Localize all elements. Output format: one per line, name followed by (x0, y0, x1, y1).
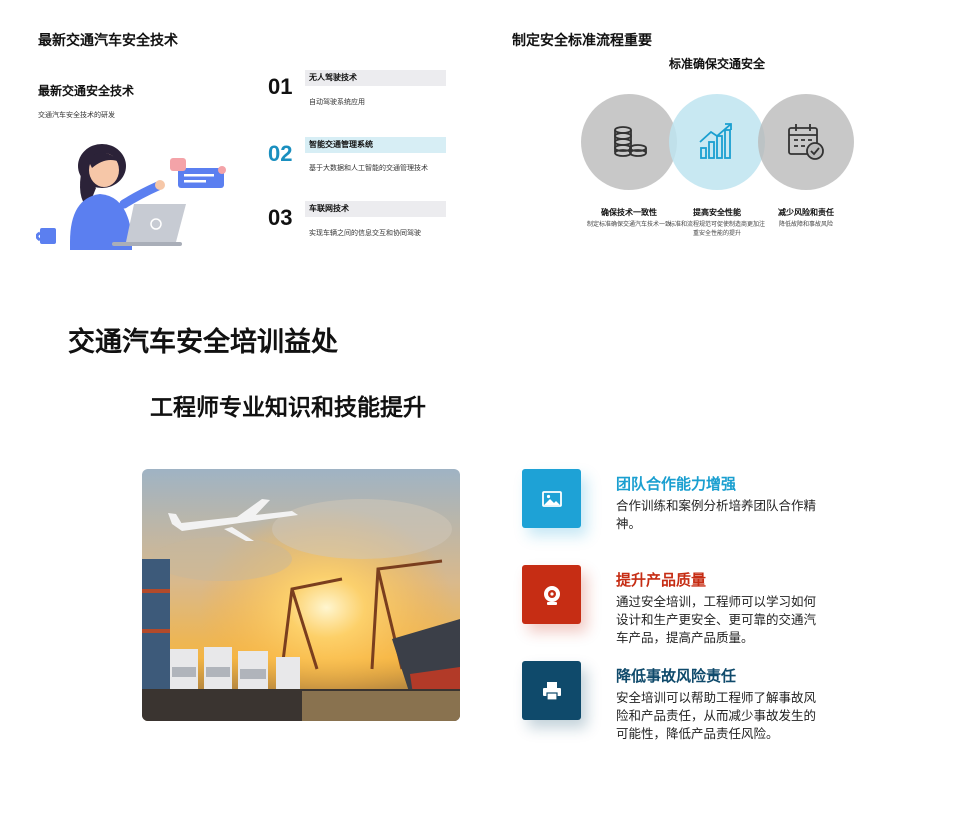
step-heading: 智能交通管理系统 (305, 137, 446, 153)
step-text: 实现车辆之间的信息交互和协同驾驶 (309, 230, 421, 237)
benefit-text: 安全培训可以帮助工程师了解事故风险和产品责任，从而减少事故发生的可能性，降低产品… (616, 691, 817, 741)
step-text: 自动驾驶系统应用 (309, 99, 365, 106)
feature-heading: 减少风险和责任 (778, 208, 834, 217)
benefit-heading: 提升产品质量 (616, 572, 707, 589)
section-subtitle: 标准确保交通安全 (668, 57, 765, 71)
benefit-heading: 团队合作能力增强 (616, 476, 737, 493)
step-heading: 车联网技术 (305, 201, 446, 217)
section-subtitle: 最新交通安全技术 (38, 84, 135, 98)
step-number: 01 (268, 74, 293, 99)
slide-title: 交通汽车安全培训益处 (68, 327, 338, 357)
printer-icon (543, 682, 561, 701)
calendar-check-icon (788, 124, 824, 160)
feature-heading: 提高安全性能 (693, 208, 741, 217)
feature-text: 降低故障和事故风险 (778, 222, 833, 228)
benefit-icon-tile (522, 565, 581, 624)
feature-heading: 确保技术一致性 (601, 208, 657, 217)
feature-text: 制定标准确保交通汽车技术一致 (586, 222, 671, 228)
section-description: 交通汽车安全技术的研发 (38, 112, 115, 119)
feature-circle (758, 94, 854, 190)
step-number: 03 (268, 205, 293, 230)
image-icon (542, 491, 562, 507)
benefit-icon-tile (522, 469, 581, 528)
feature-circle (581, 94, 677, 190)
step-number: 02 (268, 141, 293, 166)
section-subtitle: 工程师专业知识和技能提升 (150, 394, 426, 420)
woman-laptop-illustration (35, 138, 232, 250)
benefit-heading: 降低事故风险责任 (616, 668, 737, 685)
step-heading: 无人驾驶技术 (305, 70, 446, 86)
slide-title: 最新交通汽车安全技术 (38, 32, 178, 48)
feature-text: 标准和流程规范可促使制造商更加注重安全性能的提升 (669, 222, 766, 237)
target-icon (544, 586, 560, 605)
cargo-port-photo (142, 469, 460, 721)
feature-circle (669, 94, 765, 190)
step-text: 基于大数据和人工智能的交通管理技术 (309, 165, 428, 172)
benefit-text: 通过安全培训，工程师可以学习如何设计和生产更安全、更可靠的交通汽车产品，提高产品… (616, 595, 817, 645)
slide-title: 制定安全标准流程重要 (512, 32, 652, 48)
benefit-icon-tile (522, 661, 581, 720)
coins-icon (614, 126, 647, 157)
growth-chart-icon (699, 123, 732, 159)
benefit-text: 合作训练和案例分析培养团队合作精神。 (616, 499, 817, 531)
